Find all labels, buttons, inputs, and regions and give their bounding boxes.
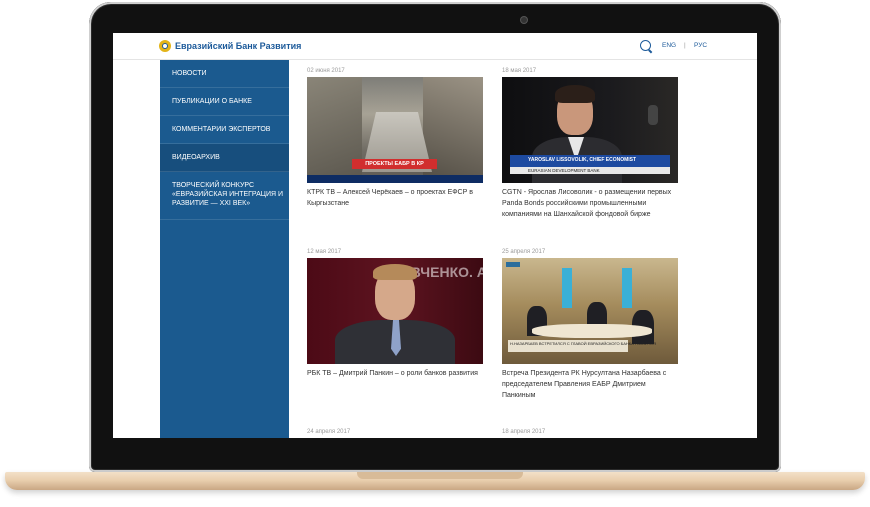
video-thumbnail[interactable]: Н.НАЗАРБАЕВ ВСТРЕТИЛСЯ С ГЛАВОЙ ЕВРАЗИЙС… — [502, 258, 678, 364]
lang-eng-link[interactable]: ENG — [662, 42, 676, 49]
header: Евразийский Банк Развития ENG | РУС — [113, 33, 757, 60]
laptop-base — [5, 472, 865, 490]
sidebar: Новости Публикации о банке Комментарии э… — [160, 60, 289, 438]
video-overlay-caption: Н.НАЗАРБАЕВ ВСТРЕТИЛСЯ С ГЛАВОЙ ЕВРАЗИЙС… — [510, 341, 657, 346]
bank-logo-icon — [159, 40, 171, 52]
sidebar-item-contest[interactable]: Творческий конкурс «Евразийская интеграц… — [160, 172, 289, 220]
video-overlay-name: YAROSLAV LISSOVOLIK, CHIEF ECONOMIST — [528, 157, 637, 163]
sidebar-item-video-archive[interactable]: Видеоархив — [160, 144, 289, 172]
video-thumbnail[interactable]: ПРОЕКТЫ ЕАБР В КР — [307, 77, 483, 183]
sidebar-item-news[interactable]: Новости — [160, 60, 289, 88]
video-date: 12 мая 2017 — [307, 249, 342, 255]
video-title[interactable]: Встреча Президента РК Нурсултана Назарба… — [502, 368, 678, 401]
search-icon[interactable] — [640, 40, 651, 51]
video-card[interactable]: 18 мая 2017 YAROSLAV LISSOVOLIK, CHIEF E… — [502, 68, 678, 220]
lang-rus-link[interactable]: РУС — [694, 42, 707, 49]
video-date: 25 апреля 2017 — [502, 249, 546, 255]
video-card[interactable]: 18 апреля 2017 — [502, 429, 678, 438]
laptop-notch — [357, 472, 523, 479]
site-logo[interactable]: Евразийский Банк Развития — [159, 39, 301, 53]
video-overlay-caption: ПРОЕКТЫ ЕАБР В КР — [352, 159, 437, 169]
video-card[interactable]: 12 мая 2017 ЫВЧЕНКО. АКУРС РБК ТВ – Дмит… — [307, 249, 483, 379]
video-title[interactable]: КТРК ТВ – Алексей Черёкаев – о проектах … — [307, 187, 483, 209]
video-date: 24 апреля 2017 — [307, 429, 351, 435]
logo-text: Евразийский Банк Развития — [175, 41, 302, 51]
video-card[interactable]: 02 июня 2017 ПРОЕКТЫ ЕАБР В КР КТРК ТВ –… — [307, 68, 483, 209]
video-title[interactable]: РБК ТВ – Дмитрий Панкин – о роли банков … — [307, 368, 483, 379]
video-overlay-org: EURASIAN DEVELOPMENT BANK — [528, 168, 600, 173]
video-title[interactable]: CGTN - Ярослав Лисоволик - о размещении … — [502, 187, 678, 220]
video-date: 18 мая 2017 — [502, 68, 537, 74]
screen: Евразийский Банк Развития ENG | РУС Ново… — [113, 33, 757, 438]
video-date: 02 июня 2017 — [307, 68, 345, 74]
video-thumbnail[interactable]: ЫВЧЕНКО. АКУРС — [307, 258, 483, 364]
lang-separator: | — [684, 42, 686, 49]
camera-icon — [521, 17, 527, 23]
video-card[interactable]: 24 апреля 2017 — [307, 429, 483, 438]
sidebar-item-publications[interactable]: Публикации о банке — [160, 88, 289, 116]
sidebar-item-expert-comments[interactable]: Комментарии экспертов — [160, 116, 289, 144]
video-card[interactable]: 25 апреля 2017 Н.НАЗАРБАЕВ ВСТРЕТИЛСЯ С … — [502, 249, 678, 401]
video-date: 18 апреля 2017 — [502, 429, 546, 435]
video-thumbnail[interactable]: YAROSLAV LISSOVOLIK, CHIEF ECONOMIST EUR… — [502, 77, 678, 183]
